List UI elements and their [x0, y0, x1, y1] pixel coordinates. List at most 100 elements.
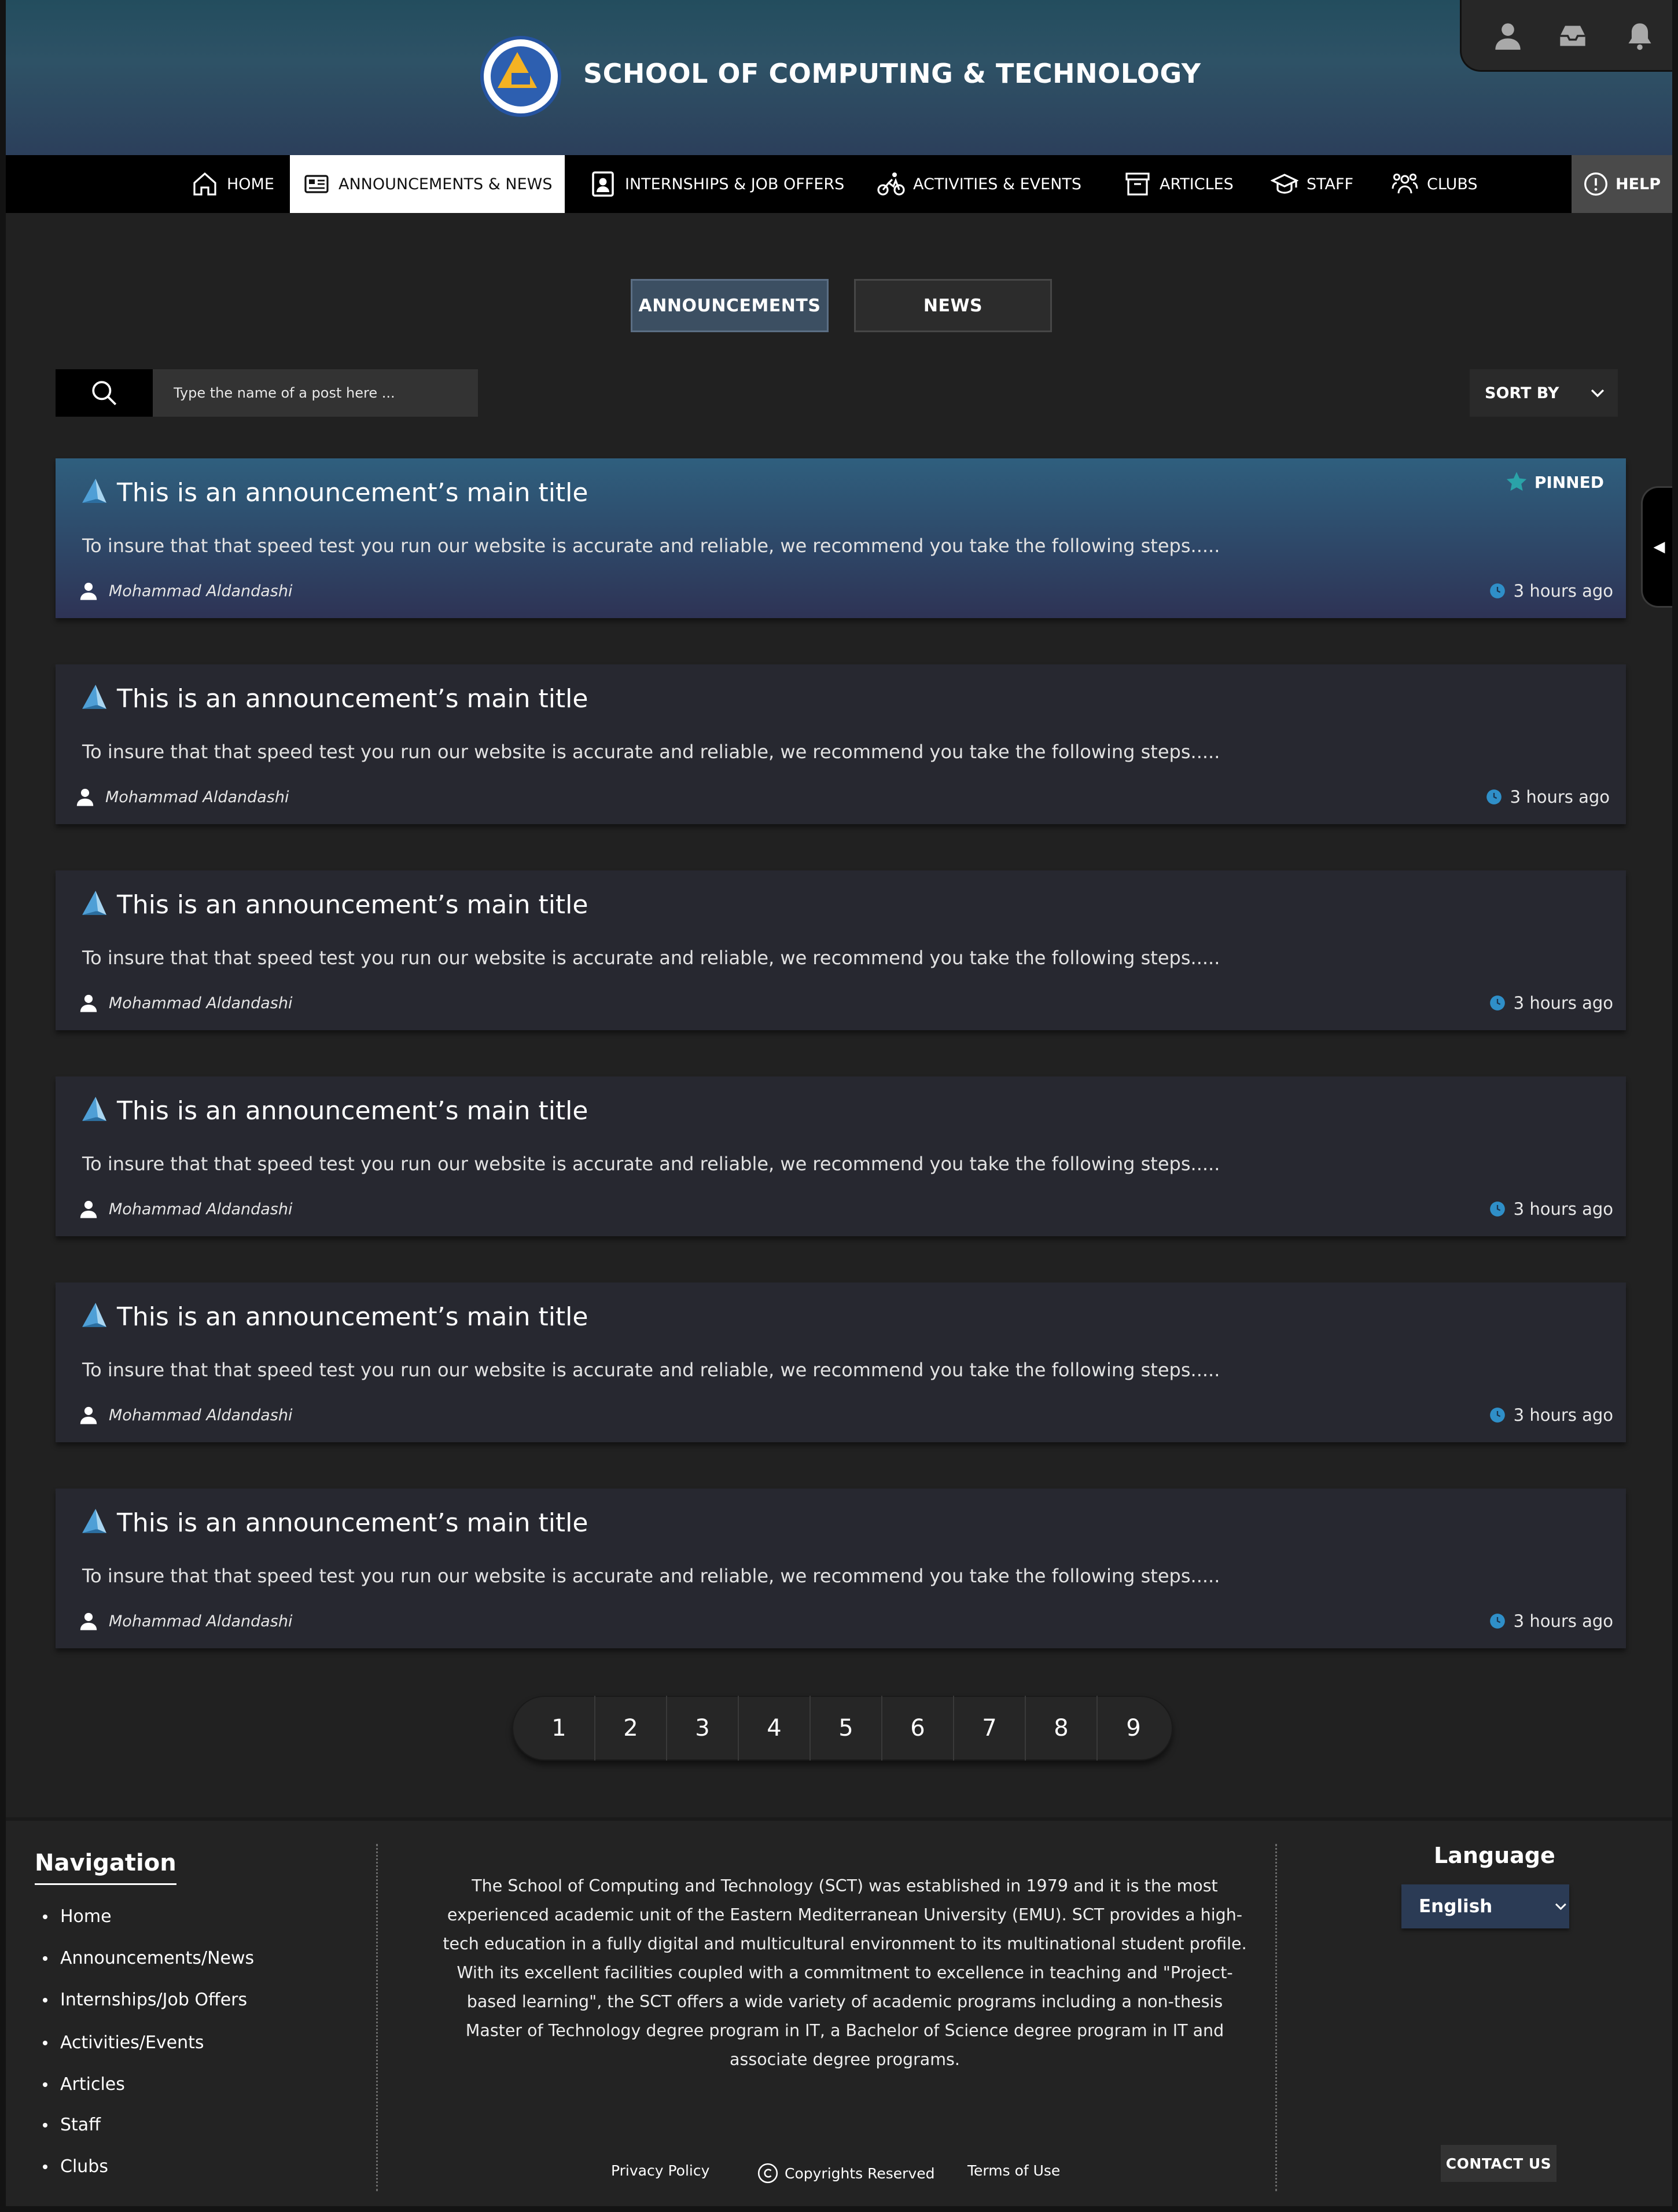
graduation-cap-icon — [1271, 174, 1298, 194]
footer-link-home[interactable]: Home — [43, 1906, 112, 1927]
cyclist-icon — [877, 172, 905, 196]
time-label: 3 hours ago — [1510, 787, 1610, 807]
post-card[interactable]: This is an announcement’s main title To … — [56, 664, 1626, 824]
post-title[interactable]: This is an announcement’s main title — [117, 1508, 588, 1538]
contact-us-button[interactable]: CONTACT US — [1441, 2145, 1556, 2182]
emblem-inner — [512, 73, 530, 84]
post-time: 3 hours ago — [1489, 1199, 1613, 1219]
home-icon — [193, 172, 216, 196]
post-card[interactable]: This is an announcement’s main title To … — [56, 1489, 1626, 1648]
inbox-icon[interactable] — [1558, 21, 1588, 51]
post-card-pinned[interactable]: This is an announcement’s main title PIN… — [56, 458, 1626, 618]
post-author: Mohammad Aldandashi — [79, 1199, 292, 1219]
nav-item-staff[interactable]: STAFF — [1271, 155, 1353, 213]
nav-item-articles[interactable]: ARTICLES — [1124, 155, 1234, 213]
clock-icon — [1489, 583, 1505, 598]
post-title[interactable]: This is an announcement’s main title — [117, 684, 588, 714]
post-card[interactable]: This is an announcement’s main title To … — [56, 1283, 1626, 1442]
help-button[interactable]: HELP — [1572, 155, 1672, 213]
user-icon — [80, 994, 97, 1012]
nav-item-announcements[interactable]: ANNOUNCEMENTS & NEWS — [290, 155, 565, 213]
nav-item-home[interactable]: HOME — [191, 155, 274, 213]
post-card[interactable]: This is an announcement’s main title To … — [56, 1076, 1626, 1236]
star-icon — [1506, 472, 1526, 491]
post-time: 3 hours ago — [1489, 993, 1613, 1013]
nav-item-activities[interactable]: ACTIVITIES & EVENTS — [877, 155, 1081, 213]
user-icon[interactable] — [1493, 21, 1523, 51]
language-heading: Language — [1434, 1843, 1555, 1868]
post-body: To insure that that speed test you run o… — [82, 947, 1220, 969]
post-title[interactable]: This is an announcement’s main title — [117, 890, 588, 920]
page-button[interactable]: 2 — [595, 1696, 667, 1761]
footer-link-clubs[interactable]: Clubs — [43, 2156, 108, 2177]
page-button[interactable]: 5 — [811, 1696, 882, 1761]
chevron-down-icon — [1555, 1903, 1567, 1910]
time-label: 3 hours ago — [1513, 581, 1613, 601]
post-title[interactable]: This is an announcement’s main title — [117, 1302, 588, 1332]
clock-icon — [1489, 1201, 1505, 1217]
nav-label: STAFF — [1307, 175, 1354, 193]
privacy-policy-link[interactable]: Privacy Policy — [611, 2162, 709, 2179]
sort-label: SORT BY — [1485, 384, 1559, 402]
nav-label: INTERNSHIPS & JOB OFFERS — [625, 175, 845, 193]
page-button[interactable]: 9 — [1098, 1696, 1169, 1761]
clock-icon — [1489, 1408, 1505, 1423]
post-author: Mohammad Aldandashi — [79, 1405, 292, 1425]
user-icon — [80, 1200, 97, 1218]
user-icon — [80, 1612, 97, 1630]
help-label: HELP — [1615, 175, 1661, 193]
time-label: 3 hours ago — [1513, 1405, 1613, 1425]
time-label: 3 hours ago — [1513, 1611, 1613, 1631]
announcement-icon — [82, 685, 106, 709]
footer-divider — [1275, 1844, 1277, 2191]
post-body: To insure that that speed test you run o… — [82, 741, 1220, 763]
side-panel-toggle[interactable]: ◀ — [1641, 486, 1672, 608]
caret-left-icon: ◀ — [1653, 538, 1665, 556]
nav-item-clubs[interactable]: CLUBS — [1391, 155, 1478, 213]
search-button[interactable] — [56, 369, 153, 417]
page-button[interactable]: 3 — [667, 1696, 739, 1761]
group-icon — [1392, 173, 1418, 194]
school-emblem-icon[interactable] — [480, 36, 561, 117]
footer-link-staff[interactable]: Staff — [43, 2115, 101, 2135]
about-text: The School of Computing and Technology (… — [443, 1876, 1247, 2069]
footer-divider — [376, 1844, 378, 2191]
footer-link-activities[interactable]: Activities/Events — [43, 2033, 204, 2053]
footer-link-announcements[interactable]: Announcements/News — [43, 1948, 254, 1968]
footer-link-internships[interactable]: Internships/Job Offers — [43, 1990, 247, 2010]
nav-label: HOME — [227, 175, 274, 193]
page-button[interactable]: 8 — [1026, 1696, 1098, 1761]
footer-link-articles[interactable]: Articles — [43, 2074, 125, 2095]
post-time: 3 hours ago — [1489, 1611, 1613, 1631]
announcement-icon — [82, 479, 106, 503]
archive-icon — [1125, 172, 1150, 196]
announcement-icon — [82, 1509, 106, 1533]
user-icon — [76, 788, 94, 806]
page-button[interactable]: 6 — [882, 1696, 954, 1761]
post-author: Mohammad Aldandashi — [79, 1611, 292, 1631]
user-icon — [80, 1406, 97, 1424]
post-time: 3 hours ago — [1486, 787, 1610, 807]
post-card[interactable]: This is an announcement’s main title To … — [56, 870, 1626, 1030]
post-author: Mohammad Aldandashi — [79, 993, 292, 1013]
site-title: SCHOOL OF COMPUTING & TECHNOLOGY — [583, 58, 1201, 89]
tab-news[interactable]: NEWS — [854, 279, 1052, 332]
tab-announcements[interactable]: ANNOUNCEMENTS — [631, 279, 829, 332]
clock-icon — [1486, 789, 1502, 804]
search-input[interactable] — [153, 369, 478, 417]
post-title[interactable]: This is an announcement’s main title — [117, 478, 588, 508]
main-nav: HOME ANNOUNCEMENTS & NEWS INTERNSHIPS & … — [6, 155, 1672, 213]
page-button[interactable]: 4 — [739, 1696, 811, 1761]
nav-label: ARTICLES — [1160, 175, 1234, 193]
nav-label: CLUBS — [1427, 175, 1478, 193]
sort-dropdown[interactable]: SORT BY — [1470, 369, 1618, 417]
bell-icon[interactable] — [1625, 21, 1655, 51]
terms-of-use-link[interactable]: Terms of Use — [967, 2162, 1060, 2179]
page-button[interactable]: 1 — [524, 1696, 595, 1761]
post-title[interactable]: This is an announcement’s main title — [117, 1096, 588, 1126]
page-button[interactable]: 7 — [954, 1696, 1026, 1761]
nav-item-internships[interactable]: INTERNSHIPS & JOB OFFERS — [589, 155, 844, 213]
author-name: Mohammad Aldandashi — [109, 1612, 293, 1630]
language-select[interactable]: English — [1401, 1884, 1569, 1928]
author-name: Mohammad Aldandashi — [109, 1200, 293, 1218]
